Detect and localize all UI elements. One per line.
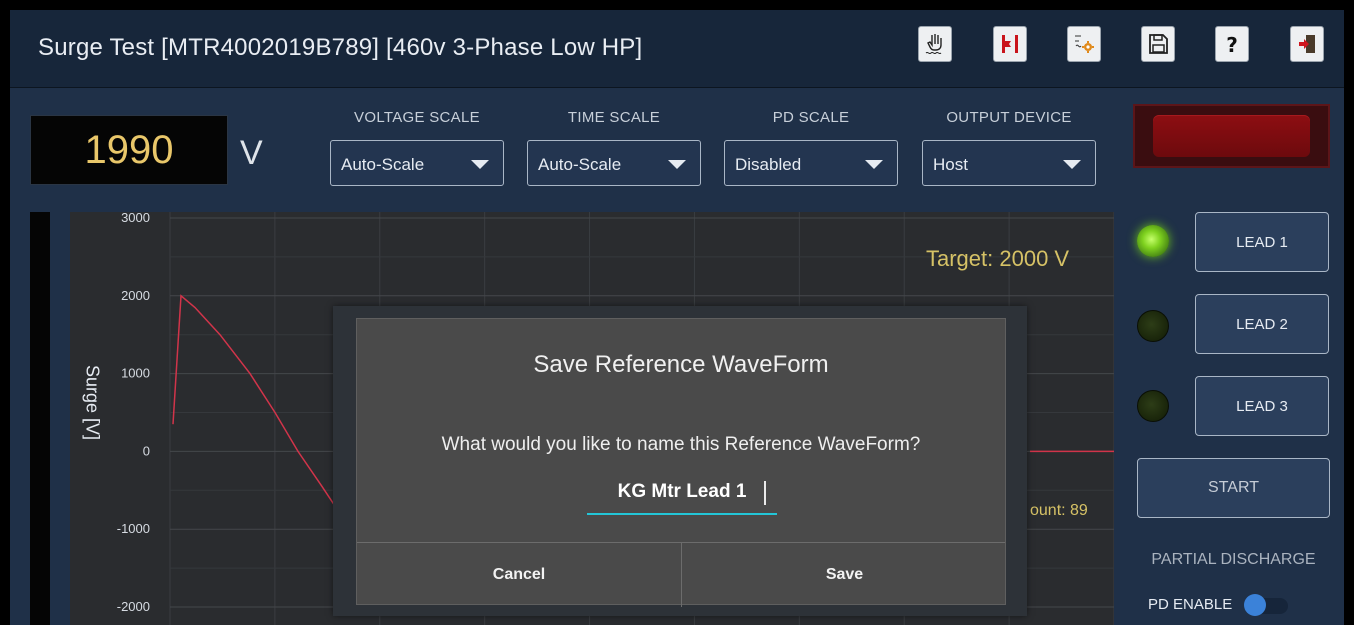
app-title: Surge Test [MTR4002019B789] [460v 3-Phas… — [38, 34, 643, 61]
time-scale-select[interactable]: Auto-Scale — [527, 140, 701, 186]
time-scale-value: Auto-Scale — [538, 155, 622, 174]
y-tick-label: -1000 — [117, 521, 150, 536]
voltage-scale-select[interactable]: Auto-Scale — [330, 140, 504, 186]
pd-enable-toggle[interactable] — [1244, 594, 1288, 616]
lead-2-led — [1137, 310, 1169, 342]
count-label: ount: 89 — [1030, 502, 1088, 519]
voltage-readout: 1990 — [30, 115, 228, 185]
y-tick-label: 1000 — [121, 366, 150, 381]
text-caret — [764, 481, 766, 505]
pd-scale-select[interactable]: Disabled — [724, 140, 898, 186]
toggle-knob — [1244, 594, 1266, 616]
level-meter — [30, 212, 50, 625]
chevron-down-icon — [668, 160, 686, 169]
time-scale-label: TIME SCALE — [567, 109, 661, 126]
voltage-unit: V — [240, 134, 263, 172]
manual-test-icon — [925, 34, 942, 55]
lead-1-button[interactable]: LEAD 1 — [1195, 212, 1329, 272]
chevron-down-icon — [471, 160, 489, 169]
waveform-series-line — [172, 294, 351, 521]
partial-discharge-title: PARTIAL DISCHARGE — [1151, 551, 1316, 568]
pd-scale-label: PD SCALE — [772, 109, 850, 126]
alarm-indicator-button[interactable] — [1153, 115, 1310, 157]
flag-marker-button[interactable] — [993, 26, 1027, 62]
waveform-settings-icon — [1075, 35, 1094, 53]
lead-3-button[interactable]: LEAD 3 — [1195, 376, 1329, 436]
lead-2-button[interactable]: LEAD 2 — [1195, 294, 1329, 354]
pd-enable-label: PD ENABLE — [1148, 596, 1233, 613]
pd-scale-value: Disabled — [735, 155, 802, 174]
save-reference-dialog: Save Reference WaveForm What would you l… — [356, 318, 1007, 607]
lead-1-led — [1137, 225, 1169, 257]
dialog-message: What would you like to name this Referen… — [441, 434, 921, 455]
chevron-down-icon — [865, 160, 883, 169]
save-disk-icon — [1149, 34, 1168, 54]
voltage-scale-value: Auto-Scale — [341, 155, 425, 174]
voltage-readout-value: 1990 — [84, 127, 174, 172]
manual-test-button[interactable] — [918, 26, 952, 62]
start-button[interactable]: START — [1137, 458, 1330, 518]
svg-text:?: ? — [1226, 33, 1238, 56]
exit-button[interactable] — [1290, 26, 1324, 62]
waveform-settings-button[interactable] — [1067, 26, 1101, 62]
save-reference-button[interactable]: Save — [682, 543, 1007, 607]
exit-icon — [1299, 35, 1315, 53]
cancel-button[interactable]: Cancel — [357, 543, 682, 607]
y-axis-label: Surge [V] — [82, 364, 103, 441]
y-tick-label: 2000 — [121, 288, 150, 303]
reference-name-value: KG Mtr Lead 1 — [617, 481, 747, 502]
lead-3-led — [1137, 390, 1169, 422]
help-button[interactable]: ? — [1215, 26, 1249, 62]
title-bar: Surge Test [MTR4002019B789] [460v 3-Phas… — [10, 10, 1344, 88]
y-tick-label: 3000 — [121, 212, 150, 225]
help-icon: ? — [1226, 33, 1238, 56]
output-device-label: OUTPUT DEVICE — [946, 109, 1072, 126]
dialog-title: Save Reference WaveForm — [533, 351, 829, 378]
flag-marker-icon — [1002, 35, 1018, 53]
save-button[interactable] — [1141, 26, 1175, 62]
alarm-indicator-panel — [1133, 104, 1330, 168]
chevron-down-icon — [1063, 160, 1081, 169]
target-label: Target: 2000 V — [926, 246, 1070, 271]
y-tick-label: -2000 — [117, 599, 150, 614]
y-tick-label: 0 — [143, 443, 150, 458]
dialog-footer: Cancel Save — [357, 542, 1007, 607]
reference-name-input[interactable]: KG Mtr Lead 1 — [587, 469, 777, 515]
output-device-select[interactable]: Host — [922, 140, 1096, 186]
output-device-value: Host — [933, 155, 968, 174]
voltage-scale-label: VOLTAGE SCALE — [354, 109, 480, 126]
